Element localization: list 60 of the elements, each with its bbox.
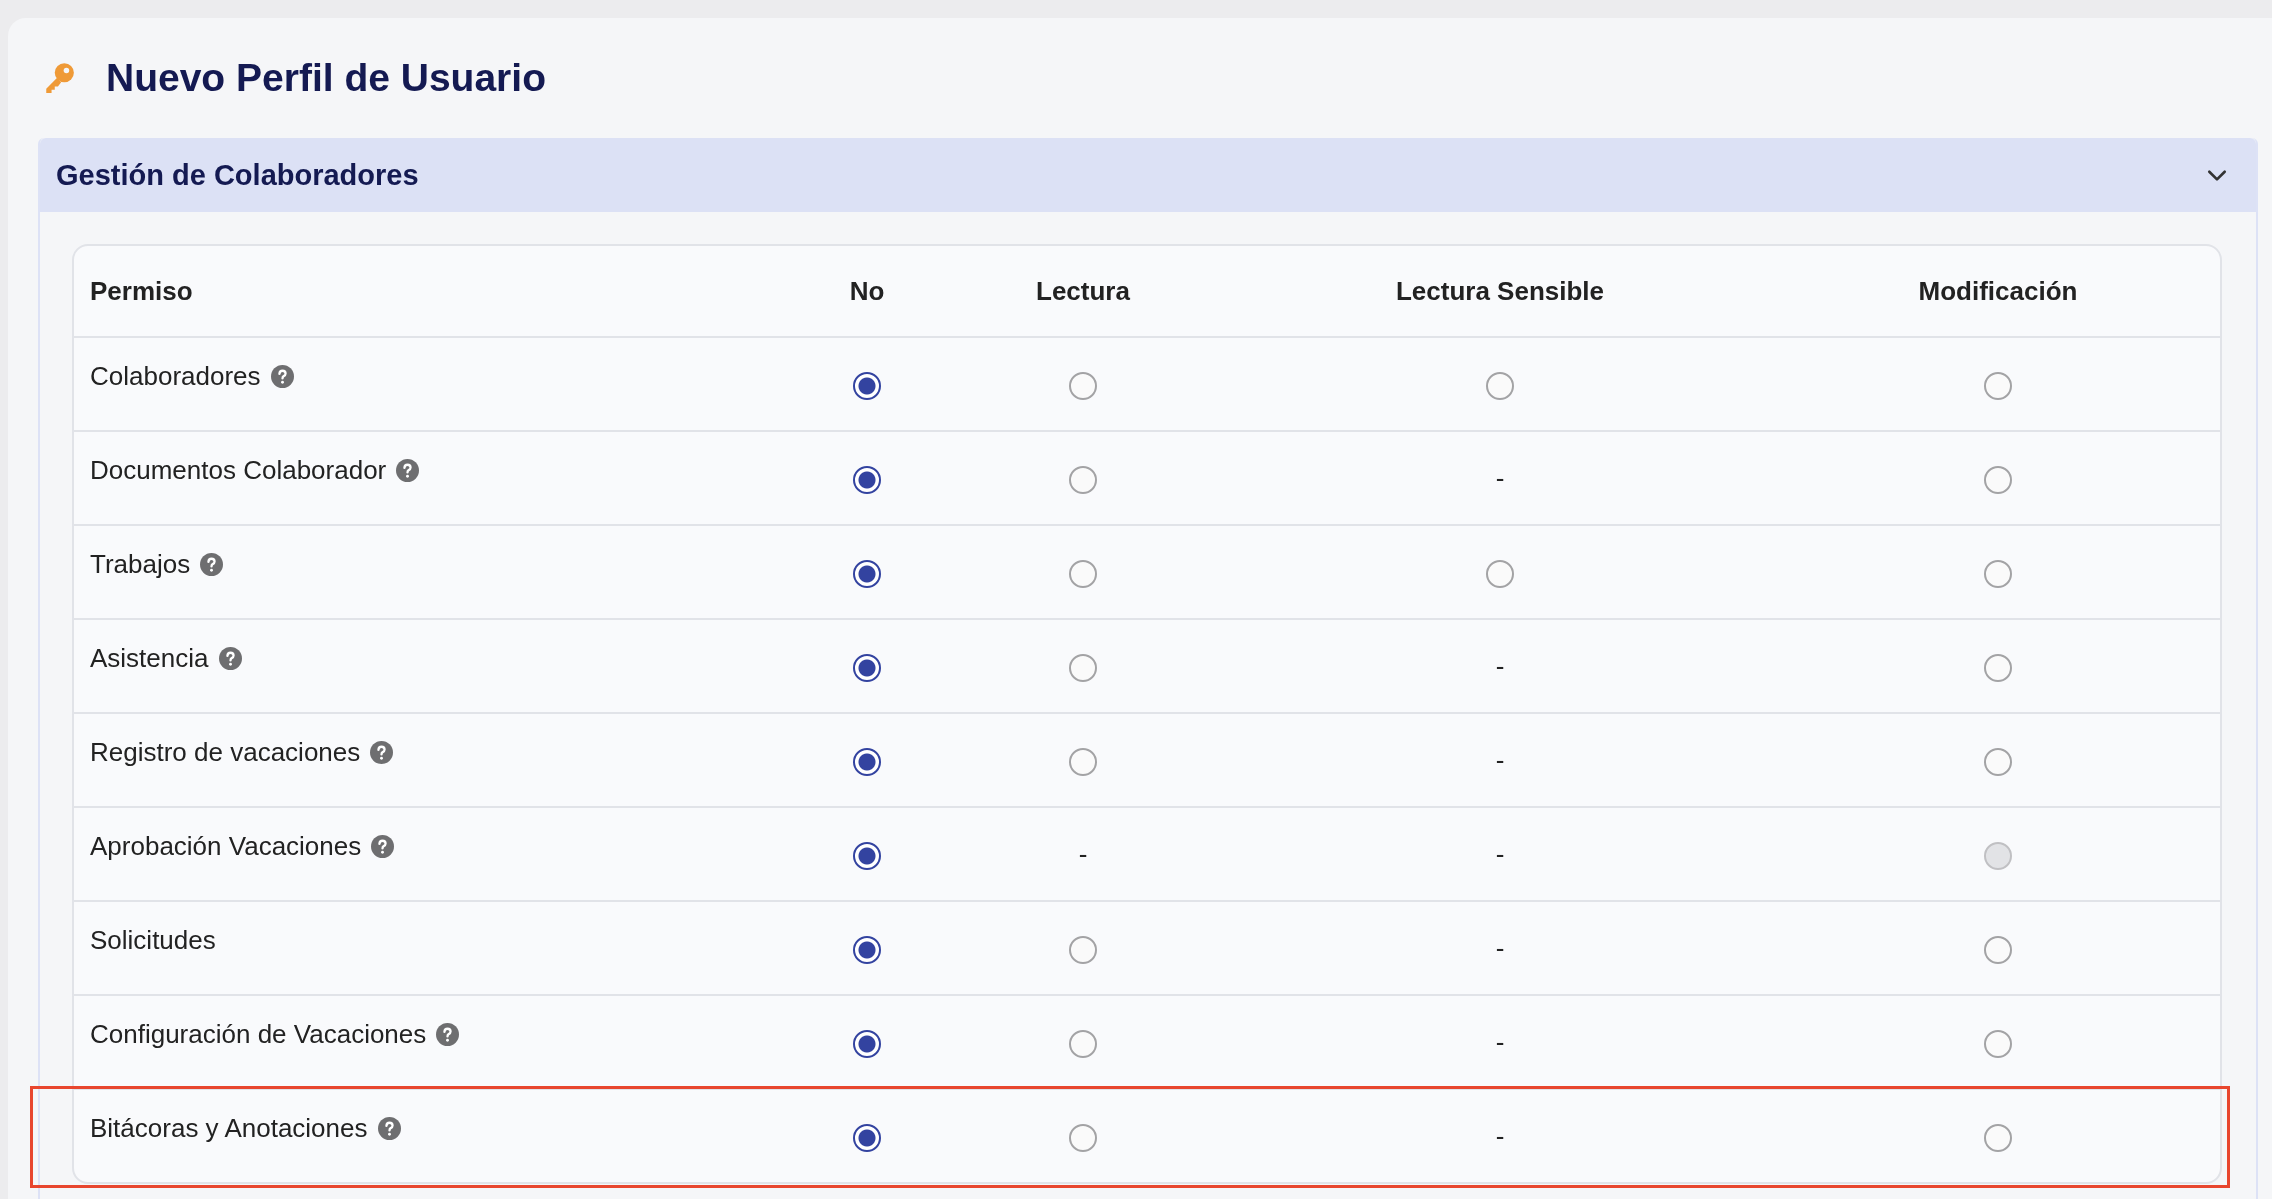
radio-button[interactable]	[853, 560, 881, 588]
help-icon[interactable]	[270, 365, 294, 388]
help-icon[interactable]	[377, 1117, 401, 1140]
radio-button[interactable]	[1984, 560, 2012, 588]
radio-button[interactable]	[1984, 372, 2012, 400]
permission-name: Bitácoras y Anotaciones	[90, 1112, 368, 1144]
radio-button[interactable]	[853, 654, 881, 682]
radio-button[interactable]	[1486, 560, 1514, 588]
help-icon[interactable]	[396, 459, 420, 482]
help-icon[interactable]	[371, 835, 395, 858]
not-applicable-dash: -	[1495, 1120, 1505, 1152]
radio-button[interactable]	[853, 1030, 881, 1058]
radio-button[interactable]	[1984, 748, 2012, 776]
radio-button[interactable]	[1069, 560, 1097, 588]
radio-button[interactable]	[1069, 466, 1097, 494]
permission-name: Aprobación Vacaciones	[90, 830, 362, 862]
radio-button[interactable]	[1984, 1124, 2012, 1152]
permission-name: Trabajos	[90, 548, 191, 580]
not-applicable-dash: -	[1078, 838, 1088, 870]
not-applicable-dash: -	[1495, 650, 1505, 682]
not-applicable-dash: -	[1495, 838, 1505, 870]
not-applicable-dash: -	[1495, 462, 1505, 494]
radio-button[interactable]	[1069, 372, 1097, 400]
radio-button[interactable]	[1069, 1124, 1097, 1152]
radio-button[interactable]	[1984, 654, 2012, 682]
radio-button[interactable]	[1069, 654, 1097, 682]
permission-name: Configuración de Vacaciones	[90, 1018, 427, 1050]
permission-name: Colaboradores	[90, 360, 261, 392]
permission-name: Documentos Colaborador	[90, 454, 387, 486]
not-applicable-dash: -	[1495, 1026, 1505, 1058]
column-header: Modificación	[1918, 275, 2078, 307]
section-header[interactable]: Gestión de Colaboradores	[40, 138, 2256, 212]
not-applicable-dash: -	[1495, 744, 1505, 776]
help-icon[interactable]	[370, 741, 394, 764]
help-icon[interactable]	[218, 647, 242, 670]
column-header: Lectura Sensible	[1395, 275, 1605, 307]
radio-button[interactable]	[1984, 1030, 2012, 1058]
section-title: Gestión de Colaboradores	[56, 158, 419, 192]
radio-button[interactable]	[853, 466, 881, 494]
help-icon[interactable]	[200, 553, 224, 576]
radio-button[interactable]	[853, 748, 881, 776]
help-icon[interactable]	[436, 1023, 460, 1046]
radio-button[interactable]	[853, 372, 881, 400]
permission-name: Asistencia	[90, 642, 209, 674]
page-title: Nuevo Perfil de Usuario	[106, 56, 546, 100]
radio-button[interactable]	[1069, 748, 1097, 776]
radio-button[interactable]	[853, 842, 881, 870]
radio-button[interactable]	[1984, 466, 2012, 494]
column-header: Permiso	[90, 275, 193, 307]
permission-name: Registro de vacaciones	[90, 736, 361, 768]
radio-button[interactable]	[1486, 372, 1514, 400]
column-header: No	[849, 275, 885, 307]
radio-button[interactable]	[1069, 936, 1097, 964]
radio-button[interactable]	[1069, 1030, 1097, 1058]
column-header: Lectura	[1036, 275, 1130, 307]
radio-button[interactable]	[853, 1124, 881, 1152]
radio-button[interactable]	[1984, 936, 2012, 964]
permission-name: Solicitudes	[90, 924, 216, 956]
radio-button[interactable]	[853, 936, 881, 964]
not-applicable-dash: -	[1495, 932, 1505, 964]
